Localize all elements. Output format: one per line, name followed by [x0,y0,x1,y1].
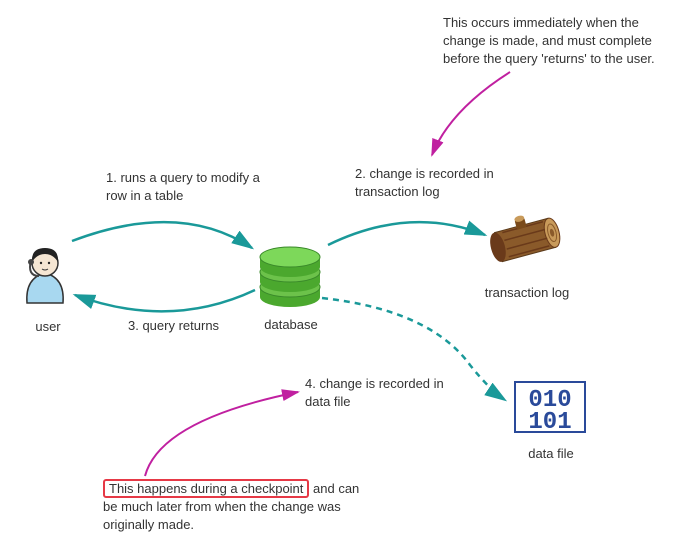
datafile-label: data file [516,445,586,463]
database-label: database [256,316,326,334]
step-4-label: 4. change is recorded in data file [305,375,455,411]
annotation-arrow-bottom [145,392,298,476]
svg-text:101: 101 [528,409,571,436]
database-icon [260,247,320,307]
step-2-label: 2. change is recorded in transaction log [355,165,505,201]
bottom-annotation: This happens during a checkpoint and can… [103,480,363,535]
top-annotation: This occurs immediately when the change … [443,14,663,69]
arrow-step-3 [75,290,255,311]
step-1-label: 1. runs a query to modify a row in a tab… [106,169,276,205]
transaction-log-diagram: This occurs immediately when the change … [0,0,678,529]
svg-text:010: 010 [528,387,571,414]
bottom-highlight: This happens during a checkpoint [103,479,309,498]
user-icon [27,248,63,303]
log-icon [485,207,563,264]
txlog-label: transaction log [472,284,582,302]
annotation-arrow-top [432,72,510,155]
datafile-icon: 010 101 [515,382,585,436]
arrow-step-2 [328,222,485,245]
user-label: user [23,318,73,336]
arrow-step-1 [72,222,252,248]
